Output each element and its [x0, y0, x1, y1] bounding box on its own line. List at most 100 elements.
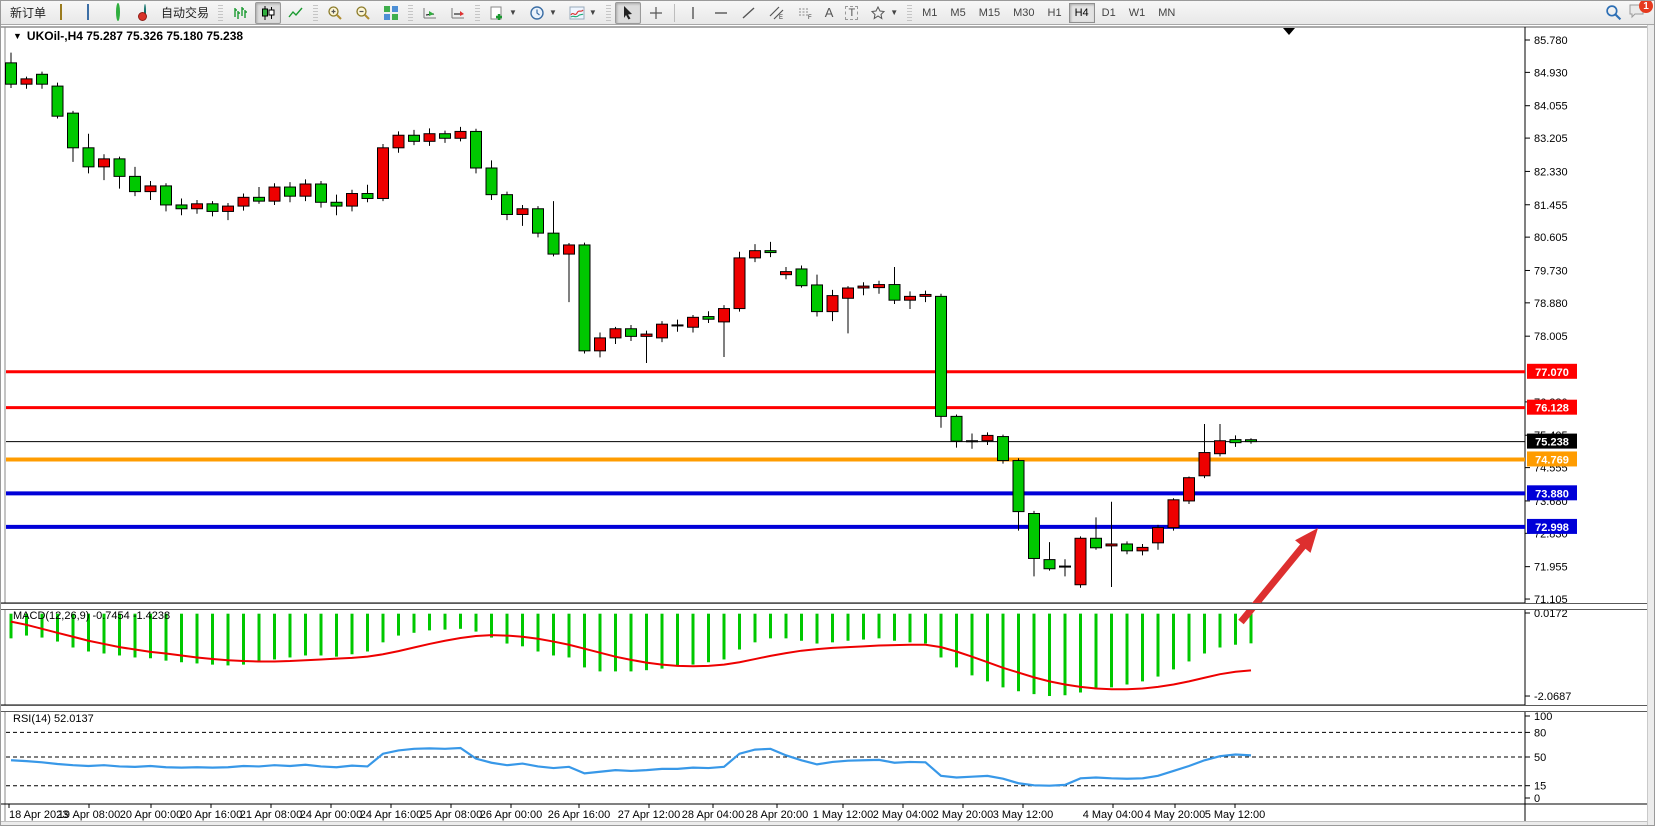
candle-body [998, 437, 1009, 461]
toolbar-grip [606, 5, 611, 21]
new-chart-button[interactable]: ▼ [484, 2, 522, 24]
terminal-icon [86, 5, 102, 21]
period-button[interactable]: ▼ [524, 2, 562, 24]
price-badge-label: 76.128 [1535, 403, 1569, 415]
price-axis-label: 71.955 [1534, 562, 1568, 574]
timeframe-button-d1[interactable]: D1 [1096, 3, 1122, 23]
signal-icon [114, 5, 130, 21]
shapes-tool-button[interactable]: ▼ [865, 2, 903, 24]
indicators-icon [569, 5, 585, 21]
zoom-out-button[interactable] [350, 2, 376, 24]
candle-body [1137, 547, 1148, 550]
timeframe-button-h4[interactable]: H4 [1069, 3, 1095, 23]
notification-badge: 1 [1639, 0, 1653, 13]
candle-body [83, 148, 94, 167]
candle-body [843, 288, 854, 298]
chevron-down-icon: ▼ [509, 8, 517, 17]
candle-body [672, 325, 683, 326]
candle-body [1246, 440, 1257, 442]
autotrade-icon [142, 5, 158, 21]
candle-body [502, 195, 513, 215]
new-order-label: 新订单 [10, 4, 46, 21]
text-label-tool-button[interactable]: T [840, 2, 863, 24]
candle-body [874, 285, 885, 288]
candle-body [564, 245, 575, 254]
crosshair-tool-button[interactable] [643, 2, 669, 24]
candle-body [362, 194, 373, 199]
timeframe-button-mn[interactable]: MN [1152, 3, 1181, 23]
notifications-button[interactable]: 1 [1628, 3, 1646, 22]
bar-chart-button[interactable] [227, 2, 253, 24]
candle-body [1060, 566, 1071, 567]
rsi-axis-label: 0 [1534, 793, 1540, 805]
toolbar-grip [218, 5, 223, 21]
candlestick-chart-button[interactable] [255, 2, 281, 24]
candle-body [905, 296, 916, 300]
horizontal-line-tool-button[interactable] [708, 2, 734, 24]
trading-terminal-window: 新订单 自动交易 [0, 0, 1655, 826]
candle-body [719, 309, 730, 322]
candle-body [579, 245, 590, 351]
candle-body [192, 204, 203, 209]
price-axis-label: 84.055 [1534, 101, 1568, 113]
cursor-tool-button[interactable] [615, 2, 641, 24]
time-axis-label: 3 May 12:00 [993, 809, 1054, 821]
price-badge-label: 74.769 [1535, 454, 1569, 466]
toolbar-right-group: 1 [1605, 3, 1652, 22]
time-axis-label: 20 Apr 16:00 [180, 809, 242, 821]
chart-shift-button[interactable] [445, 2, 471, 24]
price-badge-label: 75.238 [1535, 437, 1569, 449]
svg-text:F: F [808, 15, 812, 21]
text-tool-button[interactable]: A [820, 2, 839, 24]
timeframe-button-w1[interactable]: W1 [1123, 3, 1152, 23]
auto-scroll-button[interactable] [417, 2, 443, 24]
market-watch-icon [58, 5, 74, 21]
equidistant-channel-tool-button[interactable]: E [764, 2, 790, 24]
autotrade-label: 自动交易 [161, 4, 209, 21]
terminal-button[interactable] [81, 2, 107, 24]
candle-body [548, 233, 559, 254]
market-watch-button[interactable] [53, 2, 79, 24]
timeframe-button-m15[interactable]: M15 [973, 3, 1006, 23]
time-axis-label: 26 Apr 16:00 [548, 809, 610, 821]
indicators-button[interactable]: ▼ [564, 2, 602, 24]
candle-body [161, 186, 172, 205]
tile-windows-icon [383, 5, 399, 21]
candlestick-chart-icon [260, 5, 276, 21]
signals-button[interactable] [109, 2, 135, 24]
timeframe-button-m1[interactable]: M1 [916, 3, 943, 23]
candle-body [145, 186, 156, 192]
line-chart-button[interactable] [283, 2, 309, 24]
candle-body [21, 79, 32, 84]
candle-body [99, 159, 110, 167]
candle-body [68, 113, 79, 148]
timeframe-button-h1[interactable]: H1 [1042, 3, 1068, 23]
new-order-button[interactable]: 新订单 [5, 2, 51, 24]
zoom-in-button[interactable] [322, 2, 348, 24]
candle-body [424, 134, 435, 142]
rsi-axis-label: 80 [1534, 727, 1546, 739]
candle-body [1122, 544, 1133, 551]
candle-body [967, 441, 978, 442]
panel-separator[interactable] [1, 705, 1655, 712]
autotrade-button[interactable]: 自动交易 [137, 2, 214, 24]
search-icon[interactable] [1605, 4, 1622, 21]
price-axis-label: 81.455 [1534, 200, 1568, 212]
rsi-axis-label: 50 [1534, 752, 1546, 764]
toolbar-grip [408, 5, 413, 21]
price-axis-label: 85.780 [1534, 35, 1568, 47]
chart-window: ▼ UKOil-,H4 75.287 75.326 75.180 75.238 … [1, 25, 1655, 826]
period-clock-icon [529, 5, 545, 21]
tile-windows-button[interactable] [378, 2, 404, 24]
candle-body [920, 294, 931, 296]
timeframe-button-m5[interactable]: M5 [944, 3, 971, 23]
vertical-line-tool-button[interactable] [680, 2, 706, 24]
window-right-strip [1647, 25, 1655, 826]
trendline-tool-button[interactable] [736, 2, 762, 24]
panel-separator[interactable] [1, 603, 1655, 610]
candle-body [858, 286, 869, 288]
timeframe-button-m30[interactable]: M30 [1007, 3, 1040, 23]
candle-body [130, 176, 141, 191]
fibonacci-tool-button[interactable]: F [792, 2, 818, 24]
time-axis-label: 24 Apr 16:00 [360, 809, 422, 821]
